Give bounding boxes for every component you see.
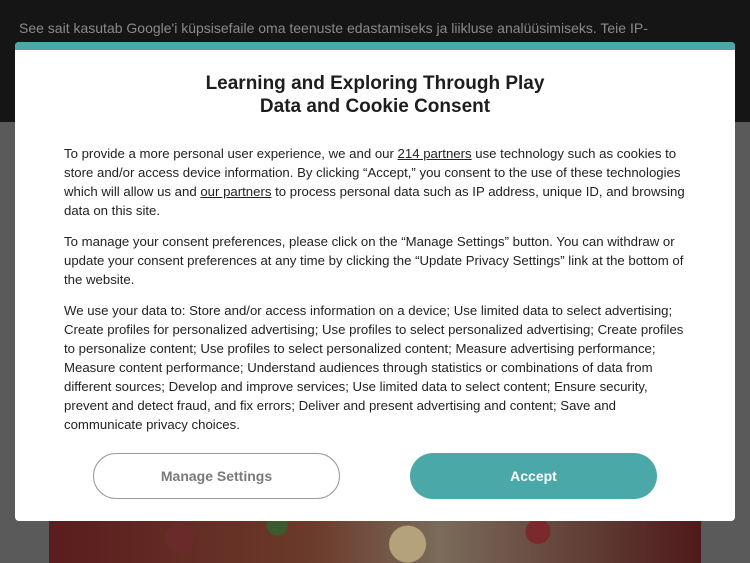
manage-settings-button[interactable]: Manage Settings xyxy=(93,453,340,499)
intro-paragraph: To provide a more personal user experien… xyxy=(64,145,692,221)
intro-text-1: To provide a more personal user experien… xyxy=(64,146,398,161)
consent-dialog: Learning and Exploring Through Play Data… xyxy=(15,42,735,521)
data-usage-paragraph: We use your data to: Store and/or access… xyxy=(64,303,684,432)
cookie-notice-text: See sait kasutab Google'i küpsisefaile o… xyxy=(19,20,648,36)
dialog-accent-bar xyxy=(15,42,735,50)
manage-preferences-paragraph: To manage your consent preferences, plea… xyxy=(64,234,684,287)
our-partners-link[interactable]: our partners xyxy=(200,184,271,199)
dialog-body: To provide a more personal user experien… xyxy=(64,145,692,447)
dialog-title: Learning and Exploring Through Play Data… xyxy=(15,72,735,118)
consent-title: Data and Cookie Consent xyxy=(259,96,491,117)
site-title: Learning and Exploring Through Play xyxy=(205,73,545,94)
partners-count-link[interactable]: 214 partners xyxy=(398,146,472,161)
accept-button[interactable]: Accept xyxy=(410,453,657,499)
